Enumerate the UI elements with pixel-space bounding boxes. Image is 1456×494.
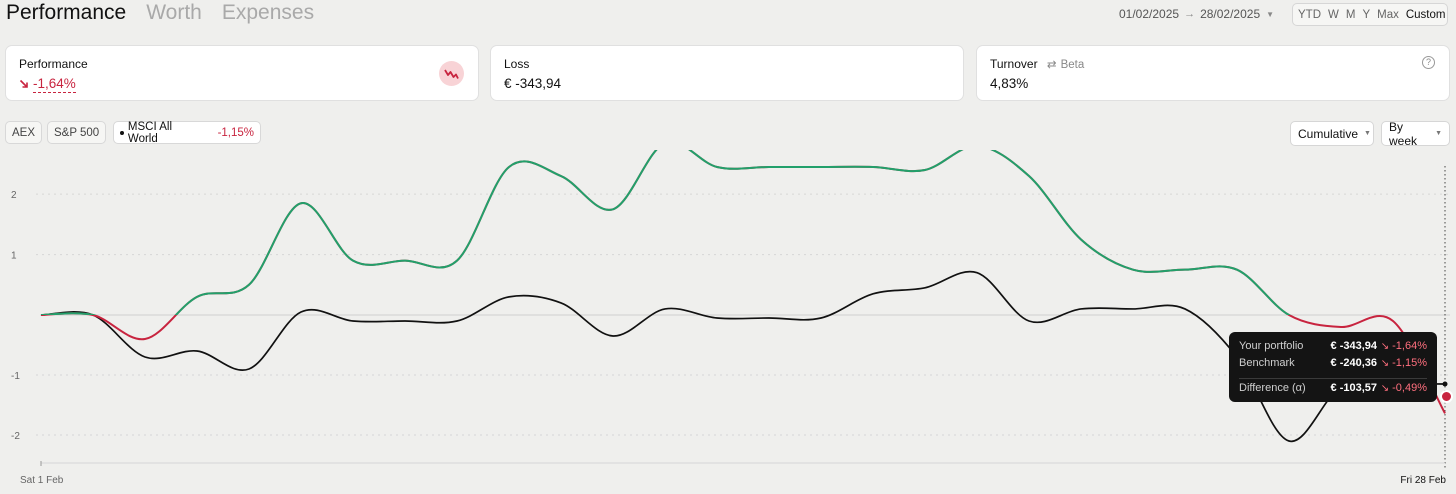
y-tick-label: 1 — [11, 251, 17, 262]
tooltip-amount: € -240,36 — [1330, 357, 1377, 369]
benchmark-chip-label: MSCI All World — [127, 120, 173, 145]
mode-select-value: Cumulative — [1298, 126, 1359, 141]
x-tick-label-start: Sat 1 Feb — [20, 475, 64, 486]
view-tabs: Performance Worth Expenses — [6, 1, 314, 25]
help-icon[interactable]: ? — [1422, 56, 1435, 69]
arrow-right-icon: → — [1184, 8, 1196, 20]
chevron-down-icon: ▼ — [1364, 130, 1371, 137]
turnover-value: 4,83% — [990, 76, 1029, 91]
tooltip-label: Benchmark — [1239, 357, 1295, 369]
loss-card[interactable]: Loss € -343,94 — [490, 45, 964, 101]
benchmark-chip-value: -1,15% — [217, 126, 254, 139]
benchmark-chip-msci[interactable]: MSCI All World -1,15% — [113, 120, 261, 145]
selected-dot-icon — [120, 130, 124, 135]
end-point-marker — [1440, 390, 1453, 403]
period-week[interactable]: W — [1328, 9, 1339, 21]
x-tick-label-end: Fri 28 Feb — [1400, 475, 1446, 486]
date-range-picker[interactable]: 01/02/2025 → 28/02/2025 ▼ — [1119, 7, 1274, 21]
loss-value: € -343,94 — [504, 76, 562, 91]
tab-worth[interactable]: Worth — [146, 1, 202, 25]
arrow-down-right-icon: ↘ — [1380, 383, 1390, 394]
swap-icon: ⇄ — [1046, 59, 1057, 71]
benchmark-chip-label: AEX — [12, 126, 36, 139]
benchmark-chip-aex[interactable]: AEX — [5, 121, 43, 144]
tooltip-label: Your portfolio — [1239, 340, 1304, 352]
tooltip-amount: € -103,57 — [1330, 382, 1377, 394]
beta-tag: Beta — [1060, 59, 1085, 71]
tooltip-row-difference: Difference (α) € -103,57 ↘ -0,49% — [1239, 382, 1427, 394]
performance-card[interactable]: Performance -1,64% — [5, 45, 479, 101]
date-start: 01/02/2025 — [1119, 7, 1180, 21]
date-end: 28/02/2025 — [1200, 7, 1261, 21]
mode-select[interactable]: Cumulative ▼ — [1290, 121, 1374, 146]
period-max[interactable]: Max — [1377, 9, 1399, 21]
tooltip-label: Difference (α) — [1239, 382, 1306, 394]
performance-label: Performance — [19, 57, 88, 71]
turnover-card[interactable]: Turnover ⇄ Beta 4,83% ? — [976, 45, 1450, 101]
loss-label: Loss — [504, 57, 530, 71]
tooltip-pct: ↘ -1,64% — [1380, 340, 1427, 352]
tooltip-row-portfolio: Your portfolio € -343,94 ↘ -1,64% — [1239, 340, 1427, 352]
benchmark-chip-label: S&P 500 — [54, 126, 100, 139]
period-year[interactable]: Y — [1362, 9, 1370, 21]
chevron-down-icon: ▼ — [1266, 9, 1275, 19]
tab-performance[interactable]: Performance — [6, 1, 126, 25]
period-ytd[interactable]: YTD — [1298, 9, 1321, 21]
arrow-down-right-icon: ↘ — [1380, 358, 1390, 369]
performance-chart[interactable]: 321-1-2-3Sat 1 FebFri 28 Feb — [0, 150, 1456, 490]
tooltip-pct: ↘ -0,49% — [1380, 382, 1427, 394]
interval-select[interactable]: By week ▼ — [1381, 119, 1450, 148]
period-month[interactable]: M — [1346, 9, 1356, 21]
performance-value: -1,64% — [19, 76, 76, 93]
zigzag-down-icon — [444, 69, 459, 79]
chevron-down-icon: ▼ — [1435, 130, 1442, 137]
tab-expenses[interactable]: Expenses — [222, 1, 314, 25]
performance-trend-badge — [439, 61, 464, 86]
y-tick-label: -1 — [11, 371, 20, 382]
benchmark-end-dot — [1442, 381, 1448, 387]
trend-down-icon — [19, 79, 28, 88]
benchmark-chip-sp500[interactable]: S&P 500 — [47, 121, 107, 144]
tooltip-pct: ↘ -1,15% — [1380, 357, 1427, 369]
y-tick-label: 2 — [11, 190, 17, 201]
chart-tooltip: Your portfolio € -343,94 ↘ -1,64% Benchma… — [1229, 332, 1437, 402]
tooltip-row-benchmark: Benchmark € -240,36 ↘ -1,15% — [1239, 357, 1427, 369]
interval-select-value: By week — [1389, 119, 1418, 148]
y-tick-label: -2 — [11, 431, 20, 442]
period-selector: YTD W M Y Max Custom — [1292, 3, 1448, 26]
tooltip-divider — [1239, 378, 1427, 379]
turnover-label-group: Turnover ⇄ Beta — [990, 57, 1084, 71]
arrow-down-right-icon: ↘ — [1380, 341, 1390, 352]
tooltip-amount: € -343,94 — [1330, 340, 1377, 352]
period-custom[interactable]: Custom — [1406, 9, 1446, 21]
turnover-label: Turnover — [990, 57, 1038, 71]
